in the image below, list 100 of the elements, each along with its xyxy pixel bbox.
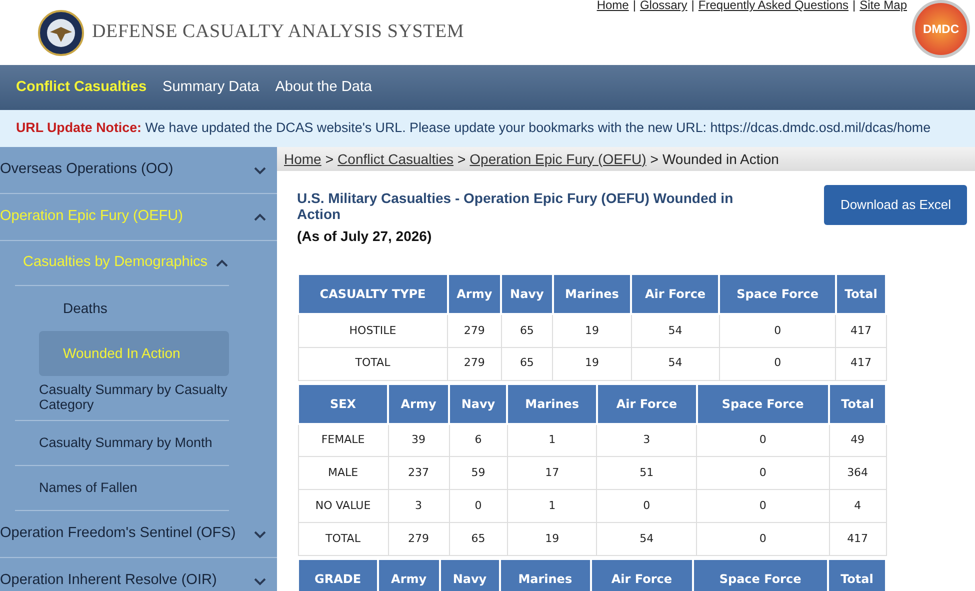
table-cell: 65 [501, 314, 553, 348]
sidebar-item[interactable]: Deaths [39, 286, 229, 331]
column-header: Navy [501, 274, 553, 314]
nav-tab[interactable]: About the Data [275, 76, 372, 98]
chevron-up-icon [215, 258, 229, 268]
table-cell: 59 [449, 456, 508, 490]
column-header: Space Force [696, 384, 830, 424]
sidebar-item[interactable]: Operation Inherent Resolve (OIR) [0, 558, 277, 591]
sidebar-item[interactable]: Casualty Summary by Month [15, 421, 229, 466]
column-header: Space Force [719, 274, 836, 314]
download-button[interactable]: Download as Excel [824, 185, 967, 224]
table-cell: 4 [829, 490, 886, 523]
table-cell: 19 [507, 522, 597, 556]
link-separator: | [691, 0, 694, 12]
column-header: Total [836, 274, 886, 314]
table-cell: 279 [448, 347, 502, 380]
table-cell: 237 [388, 456, 450, 490]
table-cell: 0 [449, 490, 508, 523]
chevron-down-icon [253, 165, 267, 175]
column-header: Total [828, 559, 886, 591]
table-cell: 0 [596, 490, 697, 523]
table-cell: 0 [696, 456, 830, 490]
chevron-up-icon [253, 212, 267, 222]
column-header: CASUALTY TYPE [298, 274, 448, 314]
table-cell: 54 [596, 522, 697, 556]
table-cell: 417 [829, 522, 886, 556]
column-header: Marines [500, 559, 591, 591]
breadcrumb-separator: > [325, 150, 334, 168]
breadcrumb-separator: > [457, 150, 466, 168]
table-cell: 54 [631, 347, 720, 380]
column-header: Air Force [596, 384, 697, 424]
column-header: Navy [449, 384, 508, 424]
sidebar-item[interactable]: Operation Freedom's Sentinel (OFS) [0, 511, 277, 558]
top-link[interactable]: Frequently Asked Questions [698, 0, 849, 12]
notice-text: URL Update Notice: We have updated the DCAS website's URL. Please update your bookmarks with the new URL: https://dcas.dmdc.osd.mil/dcas/home [16, 119, 931, 138]
table-cell: FEMALE [298, 424, 388, 457]
sidebar-item[interactable]: Overseas Operations (OO) [0, 147, 277, 194]
table-cell: 417 [836, 347, 886, 380]
site-title: DEFENSE CASUALTY ANALYSIS SYSTEM [92, 20, 464, 44]
table-cell: 39 [388, 424, 450, 457]
top-link[interactable]: Glossary [640, 0, 688, 12]
as-of-date: (As of July 27, 2026) [297, 227, 433, 246]
table-cell: 51 [596, 456, 697, 490]
table-cell: TOTAL [298, 522, 388, 556]
table-cell: NO VALUE [298, 490, 388, 523]
nav-tab[interactable]: Conflict Casualties [16, 76, 147, 98]
column-header: Air Force [590, 559, 693, 591]
top-link[interactable]: Home [596, 0, 629, 12]
column-header: Navy [440, 559, 500, 591]
link-separator: | [852, 0, 856, 12]
column-header: Marines [552, 274, 632, 314]
breadcrumb-link[interactable]: Home [284, 148, 322, 170]
sidebar-item[interactable]: Names of Fallen [15, 466, 229, 511]
table-cell: 17 [507, 456, 597, 490]
table-cell: 1 [507, 490, 597, 523]
table-cell: 0 [696, 522, 830, 556]
breadcrumb-link[interactable]: Operation Epic Fury (OEFU) [470, 148, 646, 170]
table-cell: 65 [449, 522, 508, 556]
table-cell: 279 [448, 314, 502, 348]
column-header: SEX [298, 384, 388, 424]
table-cell: 0 [696, 490, 830, 523]
nav-tab[interactable]: Summary Data [162, 76, 260, 98]
top-link[interactable]: Site Map [860, 0, 907, 12]
column-header: Army [448, 274, 502, 314]
column-header: Army [388, 384, 450, 424]
table-cell: 19 [552, 347, 632, 380]
column-header: Air Force [631, 274, 720, 314]
table-cell: 3 [596, 424, 697, 457]
table-cell: MALE [298, 456, 388, 490]
column-header: GRADE [298, 559, 378, 591]
column-header: Space Force [692, 559, 828, 591]
dmdc-logo: DMDC [912, 0, 970, 58]
seal-icon [38, 10, 84, 56]
table-cell: 54 [631, 314, 720, 348]
sidebar-item[interactable]: Wounded In Action [39, 331, 229, 376]
table-cell: 364 [829, 456, 886, 490]
table-cell: 0 [719, 347, 836, 380]
table-cell: 65 [501, 347, 553, 380]
table-cell: 0 [696, 424, 830, 457]
breadcrumb-link[interactable]: Conflict Casualties [338, 148, 454, 170]
table-cell: 0 [719, 314, 836, 348]
table-cell: 19 [552, 314, 632, 348]
table-cell: 6 [449, 424, 508, 457]
breadcrumb-separator: > [650, 150, 658, 168]
table-cell: TOTAL [298, 347, 448, 380]
table-cell: HOSTILE [298, 314, 448, 348]
link-separator: | [632, 0, 636, 12]
table-cell: 1 [507, 424, 597, 457]
chevron-down-icon [253, 576, 267, 586]
sidebar-item[interactable]: Casualty Summary by Casualty Category [15, 376, 229, 421]
chevron-down-icon [253, 529, 267, 539]
breadcrumb-current: Wounded in Action [662, 150, 779, 168]
table-cell: 417 [836, 314, 886, 348]
column-header: Total [829, 384, 886, 424]
column-header: Marines [507, 384, 597, 424]
page-title: U.S. Military Casualties - Operation Epic Fury (OEFU) Wounded in Action [297, 190, 734, 222]
column-header: Army [378, 559, 440, 591]
table-cell: 3 [388, 490, 450, 523]
table-cell: 49 [829, 424, 886, 457]
table-cell: 279 [388, 522, 450, 556]
